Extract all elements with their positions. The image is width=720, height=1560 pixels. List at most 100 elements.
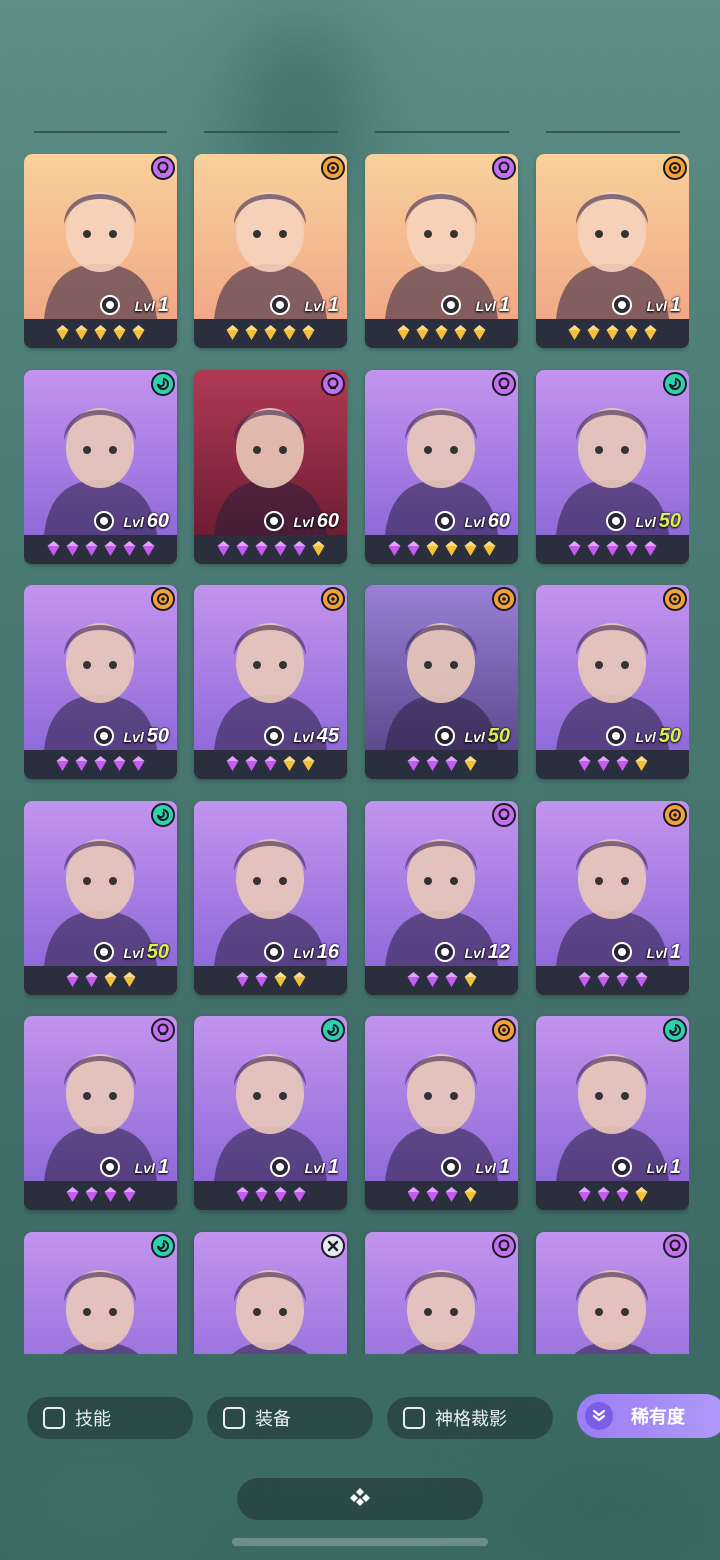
purple-gem-icon: [263, 755, 278, 777]
hero-level: Lvl 60: [294, 510, 339, 533]
gold-gem-icon: [112, 324, 127, 346]
purple-gem-icon: [84, 540, 99, 562]
hero-card[interactable]: Lvl 50: [536, 370, 689, 564]
hero-card[interactable]: Lvl 1: [194, 154, 347, 348]
support-icon: [663, 372, 687, 396]
equipment-filter-label: 装备: [255, 1409, 291, 1429]
hero-card[interactable]: Lvl 60: [365, 370, 518, 564]
hero-card[interactable]: Lvl 16: [194, 801, 347, 995]
purple-gem-icon: [615, 755, 630, 777]
star-row: [536, 966, 689, 995]
purple-gem-icon: [406, 971, 421, 993]
hero-card[interactable]: Lvl 1: [365, 154, 518, 348]
star-row: [24, 750, 177, 779]
hero-card[interactable]: [24, 1232, 177, 1354]
hero-card[interactable]: Lvl 60: [24, 370, 177, 564]
level-prefix: Lvl: [464, 729, 485, 745]
hero-card[interactable]: [365, 1232, 518, 1354]
mage-icon: [492, 156, 516, 180]
equipment-filter-button[interactable]: 装备: [207, 1397, 373, 1439]
purple-gem-icon: [406, 540, 421, 562]
hero-card[interactable]: Lvl 12: [365, 801, 518, 995]
gold-gem-icon: [301, 755, 316, 777]
level-number: 1: [669, 1156, 681, 1178]
hero-card[interactable]: [194, 1232, 347, 1354]
hero-card[interactable]: Lvl 1: [536, 154, 689, 348]
hero-card[interactable]: Lvl 1: [365, 1016, 518, 1210]
hero-level: Lvl 50: [124, 725, 169, 748]
rarity-sort-label: 稀有度: [631, 1407, 685, 1427]
divine-filter-button[interactable]: 神格裁影: [387, 1397, 553, 1439]
hero-level: Lvl 16: [294, 941, 339, 964]
purple-gem-icon: [292, 1186, 307, 1208]
level-number: 60: [316, 510, 339, 532]
hero-card[interactable]: Lvl 1: [536, 1016, 689, 1210]
purple-gem-icon: [577, 971, 592, 993]
wheel-icon: [612, 942, 632, 962]
wheel-icon: [606, 511, 626, 531]
hero-card[interactable]: Lvl 1: [24, 1016, 177, 1210]
home-indicator: [232, 1538, 488, 1546]
hero-card[interactable]: Lvl 1: [536, 801, 689, 995]
purple-gem-icon: [65, 1186, 80, 1208]
hero-level: Lvl 50: [636, 725, 681, 748]
purple-gem-icon: [103, 540, 118, 562]
rarity-sort-button[interactable]: 稀有度: [577, 1394, 720, 1438]
purple-gem-icon: [605, 540, 620, 562]
level-prefix: Lvl: [635, 514, 656, 530]
level-prefix: Lvl: [293, 514, 314, 530]
star-row: [194, 319, 347, 348]
star-row: [194, 1181, 347, 1210]
purple-gem-icon: [244, 755, 259, 777]
level-number: 1: [498, 1156, 510, 1178]
purple-gem-icon: [65, 971, 80, 993]
warrior-icon: [663, 587, 687, 611]
gold-gem-icon: [482, 540, 497, 562]
hero-card[interactable]: Lvl 1: [24, 154, 177, 348]
level-number: 1: [157, 294, 169, 316]
star-row: [365, 1181, 518, 1210]
skill-checkbox[interactable]: [43, 1407, 65, 1429]
level-prefix: Lvl: [134, 1160, 155, 1176]
purple-gem-icon: [141, 540, 156, 562]
divine-checkbox[interactable]: [403, 1407, 425, 1429]
purple-gem-icon: [615, 971, 630, 993]
level-number: 50: [658, 510, 681, 532]
hero-card[interactable]: Lvl 50: [24, 801, 177, 995]
wheel-icon: [264, 942, 284, 962]
wheel-icon: [612, 1157, 632, 1177]
skill-filter-label: 技能: [75, 1409, 111, 1429]
hero-level: Lvl 1: [135, 294, 169, 317]
hero-card[interactable]: [536, 1232, 689, 1354]
equipment-checkbox[interactable]: [223, 1407, 245, 1429]
hero-card[interactable]: Lvl 50: [24, 585, 177, 779]
purple-gem-icon: [406, 755, 421, 777]
purple-gem-icon: [624, 540, 639, 562]
purple-gem-icon: [65, 540, 80, 562]
tab-underline: [375, 131, 509, 133]
hero-level: Lvl 50: [465, 725, 510, 748]
support-icon: [151, 1234, 175, 1258]
level-number: 1: [157, 1156, 169, 1178]
purple-gem-icon: [596, 755, 611, 777]
wheel-icon: [100, 295, 120, 315]
wheel-icon: [100, 1157, 120, 1177]
support-icon: [151, 803, 175, 827]
star-row: [365, 535, 518, 564]
hero-level: Lvl 1: [476, 1156, 510, 1179]
hero-level: Lvl 1: [476, 294, 510, 317]
purple-gem-icon: [84, 971, 99, 993]
level-number: 1: [498, 294, 510, 316]
gold-gem-icon: [131, 324, 146, 346]
hero-card[interactable]: Lvl 50: [536, 585, 689, 779]
gold-gem-icon: [463, 755, 478, 777]
mage-icon: [151, 156, 175, 180]
hero-card[interactable]: Lvl 50: [365, 585, 518, 779]
gold-gem-icon: [605, 324, 620, 346]
bottom-menu-button[interactable]: [237, 1478, 483, 1520]
hero-card[interactable]: Lvl 45: [194, 585, 347, 779]
hero-card[interactable]: Lvl 1: [194, 1016, 347, 1210]
hero-card[interactable]: Lvl 60: [194, 370, 347, 564]
level-number: 1: [327, 294, 339, 316]
skill-filter-button[interactable]: 技能: [27, 1397, 193, 1439]
